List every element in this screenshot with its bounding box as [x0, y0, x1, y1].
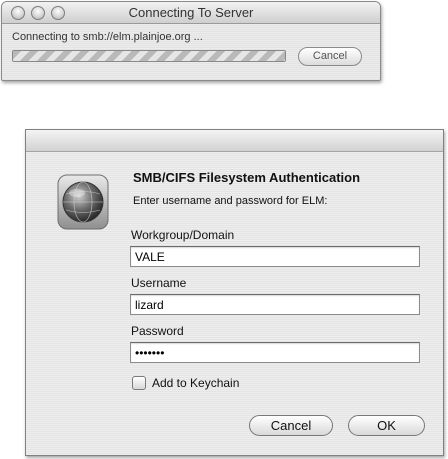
workgroup-label: Workgroup/Domain: [131, 228, 235, 242]
window-title: Connecting To Server: [128, 5, 254, 20]
auth-dialog: SMB/CIFS Filesystem Authentication Enter…: [25, 129, 444, 456]
connecting-window: Connecting To Server Connecting to smb:/…: [1, 1, 381, 81]
keychain-checkbox[interactable]: [132, 376, 146, 390]
keychain-label[interactable]: Add to Keychain: [152, 376, 239, 390]
username-label: Username: [131, 276, 187, 290]
password-field[interactable]: [130, 342, 420, 363]
dialog-heading: SMB/CIFS Filesystem Authentication: [133, 170, 361, 185]
dialog-subheading: Enter username and password for ELM:: [133, 195, 328, 207]
progress-bar-fill: [13, 51, 285, 61]
ok-button[interactable]: OK: [348, 415, 425, 436]
connecting-cancel-button[interactable]: Cancel: [298, 47, 362, 66]
workgroup-field[interactable]: [130, 246, 420, 267]
password-label: Password: [131, 324, 184, 338]
auth-dialog-titlebar[interactable]: [26, 130, 443, 152]
username-field[interactable]: [130, 294, 420, 315]
cancel-button[interactable]: Cancel: [249, 415, 333, 436]
connecting-window-titlebar[interactable]: Connecting To Server: [2, 2, 380, 24]
network-globe-icon: [57, 174, 109, 230]
connection-status-text: Connecting to smb://elm.plainjoe.org ...: [12, 31, 203, 43]
progress-bar: [12, 50, 286, 62]
